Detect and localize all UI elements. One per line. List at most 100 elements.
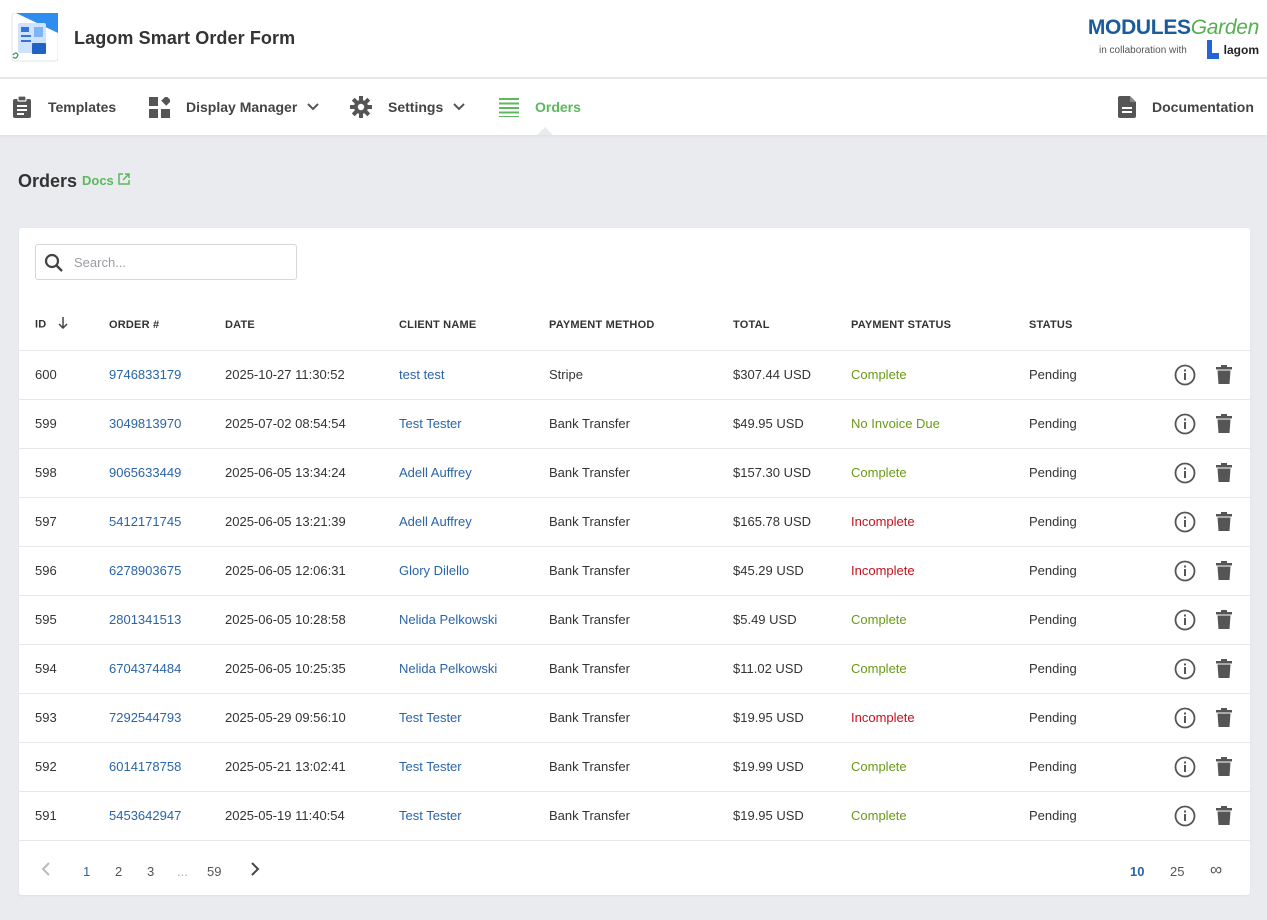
info-icon[interactable] — [1174, 756, 1196, 778]
prev-page-button[interactable] — [41, 862, 51, 879]
cell-payment-method: Bank Transfer — [549, 693, 733, 743]
modulesgarden-logo: MODULESGarden — [1088, 16, 1259, 40]
trash-icon[interactable] — [1216, 659, 1232, 678]
cell-id: 594 — [19, 644, 109, 694]
nav-display-manager[interactable]: Display Manager — [149, 79, 319, 135]
order-number-link[interactable]: 5412171745 — [109, 514, 181, 529]
cell-payment-method: Stripe — [549, 350, 733, 400]
nav-documentation[interactable]: Documentation — [1118, 79, 1254, 135]
col-date[interactable]: DATE — [225, 300, 399, 351]
table-row: 597 5412171745 2025-06-05 13:21:39 Adell Au… — [19, 497, 1250, 547]
orders-card: ID ORDER # DATE CLIENT NAME PAYMENT METH… — [19, 228, 1250, 895]
cell-date: 2025-06-05 10:28:58 — [225, 595, 399, 645]
client-name-link[interactable]: Adell Auffrey — [399, 465, 472, 480]
cell-status: Pending — [1029, 595, 1159, 645]
client-name-link[interactable]: Glory Dilello — [399, 563, 469, 578]
order-number-link[interactable]: 6014178758 — [109, 759, 181, 774]
trash-icon[interactable] — [1216, 463, 1232, 482]
cell-total: $11.02 USD — [733, 644, 851, 694]
col-total[interactable]: TOTAL — [733, 300, 851, 351]
cell-date: 2025-06-05 13:34:24 — [225, 448, 399, 498]
search-input[interactable] — [74, 245, 294, 279]
docs-link[interactable]: Docs — [82, 173, 130, 188]
page-size-10[interactable]: 10 — [1130, 864, 1144, 879]
info-icon[interactable] — [1174, 511, 1196, 533]
search-box[interactable] — [35, 244, 297, 280]
trash-icon[interactable] — [1216, 757, 1232, 776]
cell-id: 595 — [19, 595, 109, 645]
next-page-button[interactable] — [250, 862, 260, 879]
page-size-25[interactable]: 25 — [1170, 864, 1184, 879]
brand-garden-text: Garden — [1190, 16, 1260, 39]
col-client[interactable]: CLIENT NAME — [399, 300, 549, 351]
app-title: Lagom Smart Order Form — [74, 28, 296, 48]
cell-payment-method: Bank Transfer — [549, 791, 733, 841]
brand-lagom-text: lagom — [1223, 43, 1259, 57]
cell-total: $19.95 USD — [733, 693, 851, 743]
col-payment-method[interactable]: PAYMENT METHOD — [549, 300, 733, 351]
col-payment-status[interactable]: PAYMENT STATUS — [851, 300, 1029, 351]
info-icon[interactable] — [1174, 609, 1196, 631]
nav-templates-label: Templates — [48, 99, 117, 115]
table-row: 592 6014178758 2025-05-21 13:02:41 Test Tes… — [19, 742, 1250, 792]
order-number-link[interactable]: 7292544793 — [109, 710, 181, 725]
cell-id: 591 — [19, 791, 109, 841]
cell-status: Pending — [1029, 546, 1159, 596]
client-name-link[interactable]: Nelida Pelkowski — [399, 612, 497, 627]
page-size-all[interactable]: ∞ — [1210, 860, 1222, 880]
order-number-link[interactable]: 2801341513 — [109, 612, 181, 627]
order-number-link[interactable]: 6278903675 — [109, 563, 181, 578]
trash-icon[interactable] — [1216, 708, 1232, 727]
nav-documentation-label: Documentation — [1152, 99, 1254, 115]
info-icon[interactable] — [1174, 413, 1196, 435]
info-icon[interactable] — [1174, 658, 1196, 680]
nav-templates[interactable]: Templates — [12, 79, 116, 135]
cell-payment-method: Bank Transfer — [549, 497, 733, 547]
order-number-link[interactable]: 5453642947 — [109, 808, 181, 823]
order-number-link[interactable]: 3049813970 — [109, 416, 181, 431]
orders-table: ID ORDER # DATE CLIENT NAME PAYMENT METH… — [19, 300, 1250, 841]
cell-total: $307.44 USD — [733, 350, 851, 400]
table-row: 594 6704374484 2025-06-05 10:25:35 Nelida P… — [19, 644, 1250, 694]
page-2-button[interactable]: 2 — [115, 864, 122, 879]
page-1-button[interactable]: 1 — [83, 864, 90, 879]
order-number-link[interactable]: 9746833179 — [109, 367, 181, 382]
trash-icon[interactable] — [1216, 610, 1232, 629]
brand-modules-text: MODULES — [1087, 16, 1191, 39]
col-id[interactable]: ID — [19, 300, 109, 351]
brand-logo: MODULESGarden in collaboration with lago… — [1088, 14, 1259, 64]
page-3-button[interactable]: 3 — [147, 864, 154, 879]
page-59-button[interactable]: 59 — [207, 864, 221, 879]
client-name-link[interactable]: Test Tester — [399, 416, 462, 431]
trash-icon[interactable] — [1216, 512, 1232, 531]
client-name-link[interactable]: Adell Auffrey — [399, 514, 472, 529]
info-icon[interactable] — [1174, 707, 1196, 729]
client-name-link[interactable]: Test Tester — [399, 808, 462, 823]
order-number-link[interactable]: 9065633449 — [109, 465, 181, 480]
cell-total: $157.30 USD — [733, 448, 851, 498]
trash-icon[interactable] — [1216, 365, 1232, 384]
cell-id: 597 — [19, 497, 109, 547]
sort-desc-icon[interactable] — [58, 317, 68, 332]
trash-icon[interactable] — [1216, 806, 1232, 825]
nav-settings[interactable]: Settings — [350, 79, 465, 135]
col-status[interactable]: STATUS — [1029, 300, 1159, 351]
client-name-link[interactable]: Nelida Pelkowski — [399, 661, 497, 676]
cell-payment-status: No Invoice Due — [851, 399, 1029, 449]
info-icon[interactable] — [1174, 560, 1196, 582]
gear-icon — [350, 96, 372, 118]
client-name-link[interactable]: test test — [399, 367, 445, 382]
cell-payment-method: Bank Transfer — [549, 742, 733, 792]
info-icon[interactable] — [1174, 462, 1196, 484]
col-order[interactable]: ORDER # — [109, 300, 225, 351]
order-number-link[interactable]: 6704374484 — [109, 661, 181, 676]
info-icon[interactable] — [1174, 364, 1196, 386]
client-name-link[interactable]: Test Tester — [399, 759, 462, 774]
client-name-link[interactable]: Test Tester — [399, 710, 462, 725]
cell-date: 2025-06-05 12:06:31 — [225, 546, 399, 596]
main-nav: Templates Display Manager Settings Order… — [0, 79, 1267, 135]
brand-collab-text: in collaboration with — [1099, 45, 1187, 56]
trash-icon[interactable] — [1216, 414, 1232, 433]
info-icon[interactable] — [1174, 805, 1196, 827]
trash-icon[interactable] — [1216, 561, 1232, 580]
